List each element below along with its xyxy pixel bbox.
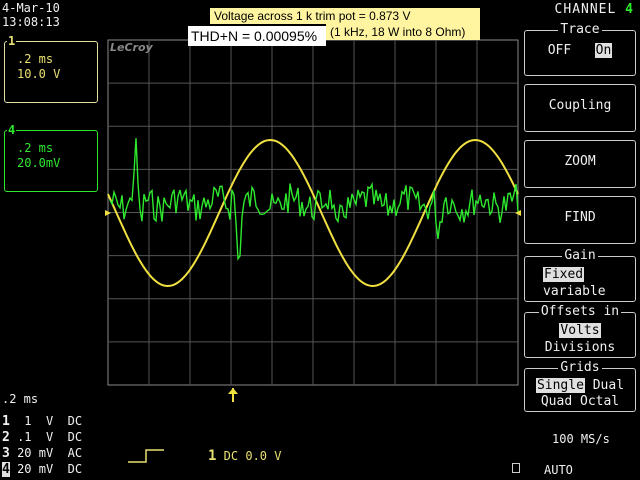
gain-variable-option[interactable]: variable (543, 283, 635, 300)
coupling-menu-button[interactable]: Coupling (524, 84, 636, 132)
annotation-voltage: Voltage across 1 k trim pot = 0.873 V (210, 8, 480, 24)
menu-channel-number: 4 (625, 2, 634, 17)
trace-title: Trace (558, 22, 602, 37)
channel-row-2[interactable]: 2 .1 V DC (2, 430, 82, 445)
grids-dual-option[interactable]: Dual (593, 378, 624, 393)
timebase-readout[interactable]: .2 ms (2, 392, 38, 406)
menu-title: CHANNEL 4 (554, 2, 634, 17)
offsets-volts-option[interactable]: Volts (559, 323, 601, 338)
trigger-mode[interactable]: AUTO (544, 463, 573, 477)
channel-row-4[interactable]: 4 20 mV DC (2, 462, 82, 477)
lecroy-logo: LeCroy (110, 41, 153, 54)
trigger-position-marker (228, 388, 238, 402)
trigger-level: DC 0.0 V (223, 449, 282, 463)
trigger-channel: 1 (208, 448, 217, 464)
sample-rate: 100 MS/s (552, 432, 610, 446)
grids-menu-button[interactable]: Grids Single Dual Quad Octal (524, 360, 636, 412)
zoom-label: ZOOM (564, 154, 596, 169)
find-label: FIND (564, 210, 596, 225)
trace-on-option[interactable]: On (594, 43, 613, 58)
annotation-conditions: (1 kHz, 18 W into 8 Ohm) (326, 24, 480, 40)
channel-row-1[interactable]: 1 1 V DC (2, 414, 82, 429)
grids-octal-option[interactable]: Octal (580, 394, 619, 409)
trigger-readout[interactable]: 1 DC 0.0 V (208, 448, 281, 464)
grids-quad-option[interactable]: Quad (541, 394, 572, 409)
trigger-slope-icon (128, 449, 164, 463)
gain-fixed-option[interactable]: Fixed (543, 267, 585, 282)
gain-menu-button[interactable]: Gain Fixed variable (524, 248, 636, 302)
thd-readout: THD+N = 0.00095% (188, 26, 326, 46)
offsets-divisions-option[interactable]: Divisions (525, 339, 635, 356)
offsets-title: Offsets in (538, 304, 622, 319)
zoom-menu-button[interactable]: ZOOM (524, 140, 636, 188)
trace-menu-button[interactable]: Trace OFF On (524, 22, 636, 76)
grids-single-option[interactable]: Single (535, 378, 585, 393)
trace-off-option[interactable]: OFF (548, 43, 571, 58)
find-menu-button[interactable]: FIND (524, 196, 636, 244)
offsets-menu-button[interactable]: Offsets in Volts Divisions (524, 304, 636, 358)
acquisition-status-icon (512, 463, 520, 473)
grids-title: Grids (558, 360, 602, 375)
coupling-label: Coupling (548, 98, 612, 113)
gain-title: Gain (562, 248, 598, 263)
channel-row-3[interactable]: 3 20 mV AC (2, 446, 82, 461)
